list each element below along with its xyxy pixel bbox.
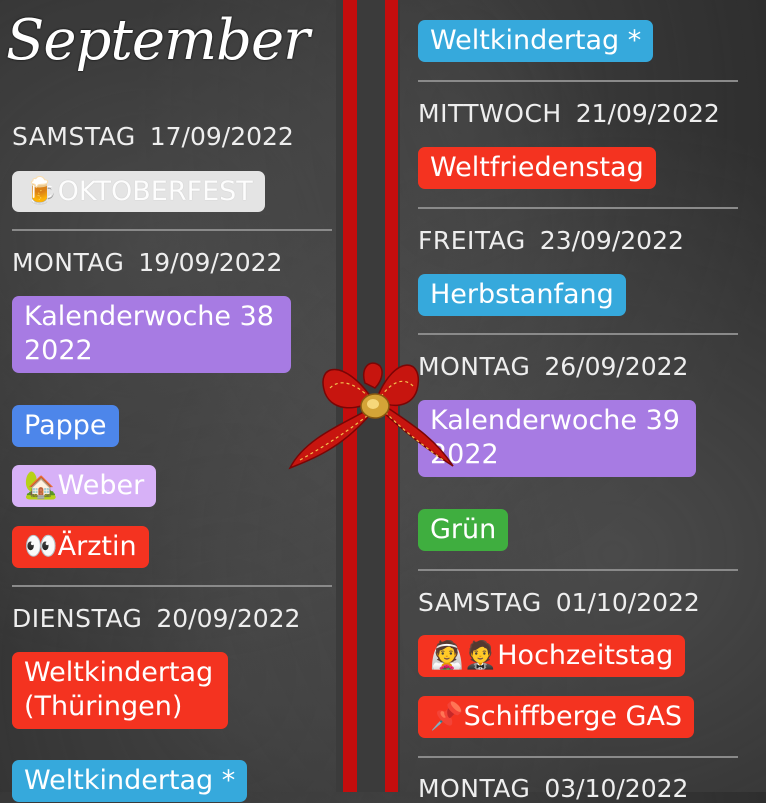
date-heading: SAMSTAG 01/10/2022 [418, 588, 700, 617]
event-chip[interactable]: Herbstanfang [418, 274, 626, 316]
date-value: 01/10/2022 [555, 588, 700, 617]
event-chip[interactable]: 👀Ärztin [12, 526, 149, 568]
section-divider [12, 229, 332, 231]
date-heading: MONTAG 19/09/2022 [12, 248, 282, 277]
event-label: Ärztin [57, 531, 137, 562]
date-heading: MONTAG 03/10/2022 [418, 774, 688, 803]
section-divider [418, 333, 738, 335]
date-heading: FREITAG 23/09/2022 [418, 226, 684, 255]
beer-mug-icon: 🍺 [24, 176, 58, 207]
date-value: 19/09/2022 [138, 248, 283, 277]
section-divider [12, 585, 332, 587]
event-chip[interactable]: 🍺OKTOBERFEST [12, 171, 265, 212]
event-label: OKTOBERFEST [57, 176, 253, 207]
event-label: Herbstanfang [430, 279, 614, 310]
event-label: Weber [57, 470, 145, 501]
event-label: Grün [430, 514, 497, 545]
event-label: Schiffberge GAS [463, 701, 683, 732]
section-divider [418, 80, 738, 82]
day-name: SAMSTAG [418, 588, 542, 617]
event-chip[interactable]: 👰🤵Hochzeitstag [418, 635, 686, 677]
event-label: Hochzeitstag [497, 640, 674, 671]
event-chip[interactable]: 🏡Weber [12, 465, 157, 507]
event-chip[interactable]: 📌Schiffberge GAS [418, 696, 695, 738]
date-value: 20/09/2022 [156, 604, 301, 633]
date-value: 17/09/2022 [149, 122, 294, 151]
event-chip[interactable]: Weltkindertag (Thüringen) [12, 652, 228, 729]
date-value: 21/09/2022 [575, 99, 720, 128]
bride-groom-icon: 👰🤵 [430, 640, 498, 671]
event-chip[interactable]: Kalenderwoche 39 2022 [418, 400, 696, 477]
day-name: DIENSTAG [12, 604, 143, 633]
pushpin-icon: 📌 [430, 701, 464, 732]
event-chip[interactable]: Grün [418, 509, 509, 551]
event-chip[interactable]: Weltkindertag * [12, 760, 248, 802]
date-value: 03/10/2022 [544, 774, 689, 803]
day-name: SAMSTAG [12, 122, 136, 151]
event-chip[interactable]: Weltfriedenstag [418, 147, 656, 189]
event-chip[interactable]: Weltkindertag * [418, 20, 654, 62]
house-with-tree-icon: 🏡 [24, 470, 58, 501]
event-label: Weltkindertag (Thüringen) [24, 657, 214, 722]
event-label: Weltfriedenstag [430, 152, 644, 183]
day-name: MONTAG [418, 774, 531, 803]
section-divider [418, 756, 738, 758]
section-divider [418, 207, 738, 209]
event-chip[interactable]: Pappe [12, 405, 119, 447]
event-chip[interactable]: Kalenderwoche 38 2022 [12, 296, 291, 373]
event-label: Kalenderwoche 39 2022 [430, 405, 680, 470]
eyes-icon: 👀 [24, 531, 58, 562]
date-heading: DIENSTAG 20/09/2022 [12, 604, 300, 633]
date-heading: MITTWOCH 21/09/2022 [418, 99, 720, 128]
date-value: 26/09/2022 [544, 352, 689, 381]
day-name: FREITAG [418, 226, 526, 255]
gift-bow-icon [288, 362, 454, 470]
event-label: Weltkindertag * [24, 765, 236, 796]
date-heading: SAMSTAG 17/09/2022 [12, 122, 294, 151]
day-name: MONTAG [12, 248, 125, 277]
section-divider [418, 569, 738, 571]
event-label: Pappe [24, 410, 107, 441]
date-heading: MONTAG 26/09/2022 [418, 352, 688, 381]
month-title: September [6, 8, 310, 73]
date-value: 23/09/2022 [539, 226, 684, 255]
day-name: MITTWOCH [418, 99, 562, 128]
event-label: Weltkindertag * [430, 25, 642, 56]
event-label: Kalenderwoche 38 2022 [24, 301, 274, 366]
